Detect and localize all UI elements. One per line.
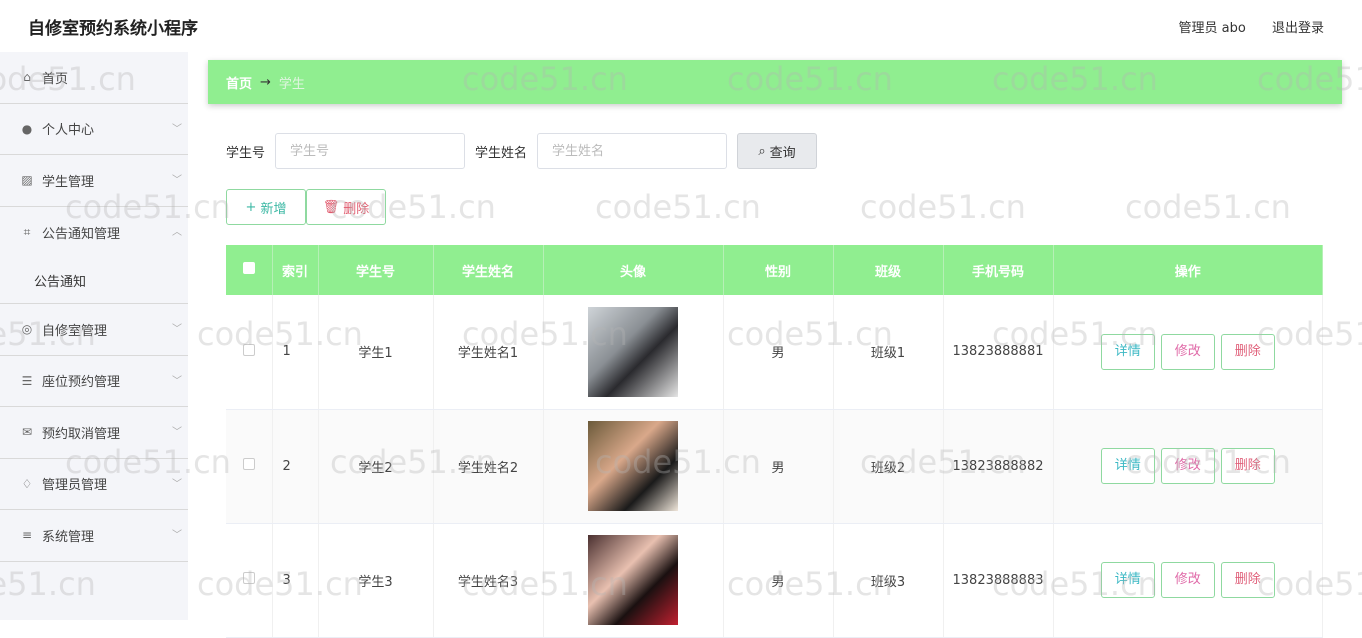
col-class[interactable]: 班级 bbox=[833, 245, 944, 295]
col-index: 索引 bbox=[272, 245, 319, 295]
row-checkbox[interactable] bbox=[226, 409, 273, 524]
chevron-down-icon: ﹀ bbox=[172, 123, 182, 135]
avatar bbox=[588, 535, 678, 625]
plus-icon: + bbox=[245, 199, 257, 215]
delete-button[interactable]: 🗑 删除 bbox=[306, 189, 386, 225]
cell-class: 班级2 bbox=[833, 409, 944, 524]
cell-index: 2 bbox=[272, 409, 319, 524]
detail-button[interactable]: 详情 bbox=[1100, 448, 1155, 484]
avatar bbox=[588, 421, 678, 511]
cell-phone: 13823888881 bbox=[943, 295, 1054, 410]
current-user: 管理员 abo bbox=[1178, 20, 1246, 36]
student-id-label: 学生号 bbox=[226, 145, 266, 161]
cell-avatar bbox=[543, 409, 724, 524]
avatar bbox=[588, 306, 678, 397]
breadcrumb: 首页 → 学生 bbox=[208, 60, 1342, 104]
student-name-label: 学生姓名 bbox=[475, 145, 528, 161]
detail-button[interactable]: 详情 bbox=[1100, 562, 1155, 598]
chevron-down-icon: ﹀ bbox=[172, 375, 182, 387]
list-icon: ☰ bbox=[21, 373, 33, 388]
home-icon: ⌂ bbox=[23, 70, 31, 85]
sidebar-item-rooms[interactable]: ◎ 自修室管理 ﹀ bbox=[0, 304, 188, 356]
sidebar-subitem-notice[interactable]: 公告通知 bbox=[0, 258, 188, 304]
edit-button[interactable]: 修改 bbox=[1160, 562, 1215, 598]
sidebar-item-admins[interactable]: ♢ 管理员管理 ﹀ bbox=[0, 459, 188, 510]
col-avatar[interactable]: 头像 bbox=[543, 245, 724, 295]
cell-avatar bbox=[543, 295, 724, 410]
row-checkbox[interactable] bbox=[226, 295, 273, 410]
cell-student-name: 学生姓名2 bbox=[433, 409, 544, 524]
row-delete-button[interactable]: 删除 bbox=[1220, 448, 1275, 484]
breadcrumb-arrow: → bbox=[260, 74, 271, 90]
col-student-name[interactable]: 学生姓名 bbox=[433, 245, 544, 295]
chevron-down-icon: ﹀ bbox=[172, 175, 182, 186]
col-phone[interactable]: 手机号码 bbox=[943, 245, 1054, 295]
crop-icon: ⌗ bbox=[23, 224, 31, 239]
student-id-input[interactable] bbox=[275, 133, 466, 169]
table-row: 1 学生1 学生姓名1 男 班级1 13823888881 详情 修改 删除 bbox=[226, 295, 1323, 410]
cell-actions: 详情 修改 删除 bbox=[1053, 409, 1323, 524]
sidebar-item-system[interactable]: ≡ 系统管理 ﹀ bbox=[0, 510, 188, 562]
col-actions: 操作 bbox=[1053, 245, 1323, 295]
cell-gender: 男 bbox=[723, 409, 834, 524]
table-row: 2 学生2 学生姓名2 男 班级2 13823888882 详情 修改 删除 bbox=[226, 409, 1323, 524]
sidebar-item-students[interactable]: ▨ 学生管理 ﹀ bbox=[0, 155, 188, 207]
cell-gender: 男 bbox=[723, 295, 834, 410]
cell-actions: 详情 修改 删除 bbox=[1053, 295, 1323, 410]
sidebar-item-cancel[interactable]: ✉ 预约取消管理 ﹀ bbox=[0, 407, 188, 459]
trash-icon: 🗑 bbox=[322, 199, 340, 215]
cell-phone: 13823888882 bbox=[943, 409, 1054, 524]
edit-button[interactable]: 修改 bbox=[1160, 333, 1215, 370]
search-icon: ⌕ bbox=[758, 143, 766, 159]
top-bar: 自修室预约系统小程序 管理员 abo 退出登录 bbox=[0, 0, 1362, 52]
main-content: 首页 → 学生 学生号 学生姓名 ⌕查询 +新增 🗑删除 索引 学生号 学生姓名… bbox=[208, 60, 1342, 638]
logout-link[interactable]: 退出登录 bbox=[1272, 21, 1324, 36]
mail-icon: ✉ bbox=[21, 425, 33, 440]
breadcrumb-current: 学生 bbox=[278, 76, 305, 92]
cell-student-id: 学生1 bbox=[318, 295, 434, 410]
chevron-up-icon: ︿ bbox=[172, 226, 182, 238]
chart-icon: ▨ bbox=[21, 173, 33, 188]
detail-button[interactable]: 详情 bbox=[1100, 333, 1155, 370]
chevron-down-icon: ﹀ bbox=[172, 478, 182, 490]
query-button[interactable]: ⌕ 查询 bbox=[737, 133, 818, 169]
col-student-id[interactable]: 学生号 bbox=[318, 245, 434, 295]
cell-student-id: 学生2 bbox=[318, 409, 434, 524]
breadcrumb-home[interactable]: 首页 bbox=[226, 73, 252, 92]
cell-class: 班级1 bbox=[833, 295, 944, 410]
user-icon: ● bbox=[21, 121, 33, 136]
circle-icon: ◎ bbox=[21, 322, 33, 337]
row-delete-button[interactable]: 删除 bbox=[1220, 562, 1275, 598]
students-table: 索引 学生号 学生姓名 头像 性别 班级 手机号码 操作 1 学生1 学生姓名1… bbox=[226, 245, 1323, 638]
sidebar-item-notices[interactable]: ⌗ 公告通知管理 ︿ bbox=[0, 207, 188, 259]
cell-student-name: 学生姓名1 bbox=[433, 295, 544, 410]
add-button[interactable]: + 新增 bbox=[226, 189, 306, 225]
app-title: 自修室预约系统小程序 bbox=[28, 18, 198, 39]
bell-icon: ♢ bbox=[21, 476, 33, 491]
menu-icon: ≡ bbox=[21, 528, 33, 543]
sidebar-item-home[interactable]: ⌂ 首页 bbox=[0, 52, 188, 104]
sidebar-item-seat-booking[interactable]: ☰ 座位预约管理 ﹀ bbox=[0, 356, 188, 407]
chevron-down-icon: ﹀ bbox=[172, 530, 182, 541]
edit-button[interactable]: 修改 bbox=[1160, 448, 1215, 484]
search-bar: 学生号 学生姓名 ⌕查询 bbox=[226, 133, 1324, 169]
select-all-checkbox[interactable] bbox=[226, 245, 273, 295]
cell-index: 1 bbox=[272, 295, 319, 410]
sidebar: ⌂ 首页 ● 个人中心 ﹀ ▨ 学生管理 ﹀ ⌗ 公告通知管理 ︿ 公告通知 ◎ 自修室管理 ﹀ … bbox=[0, 52, 188, 620]
row-delete-button[interactable]: 删除 bbox=[1220, 333, 1275, 370]
chevron-down-icon: ﹀ bbox=[172, 324, 182, 335]
col-gender[interactable]: 性别 bbox=[723, 245, 834, 295]
student-name-input[interactable] bbox=[537, 133, 728, 169]
sidebar-item-profile[interactable]: ● 个人中心 ﹀ bbox=[0, 104, 188, 155]
chevron-down-icon: ﹀ bbox=[172, 427, 182, 438]
